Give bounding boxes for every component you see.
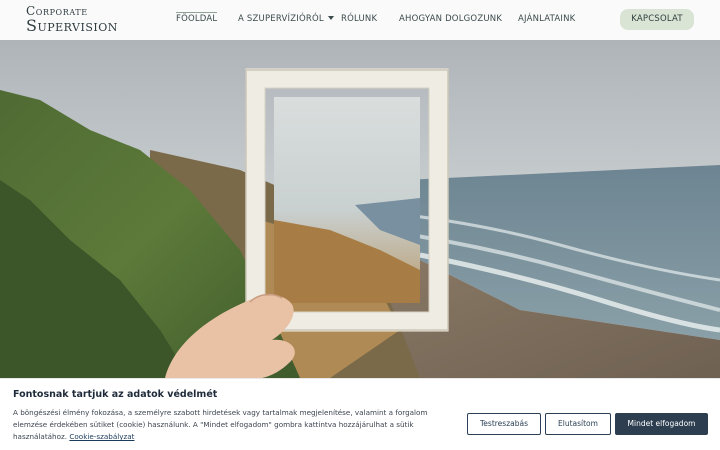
chevron-down-icon [327, 16, 334, 20]
contact-button[interactable]: KAPCSOLAT [620, 9, 694, 30]
hero-image [0, 40, 720, 378]
nav-item-about-supervision[interactable]: A SZUPERVÍZIÓRÓL [238, 14, 334, 24]
nav-item-offers[interactable]: AJÁNLATAINK [518, 14, 575, 24]
cookie-banner: Fontosnak tartjuk az adatok védelmét A b… [0, 378, 720, 450]
nav-item-label: A SZUPERVÍZIÓRÓL [238, 14, 324, 24]
hero-photo-illustration [0, 40, 720, 378]
cookie-description: A böngészési élmény fokozása, a személyr… [13, 407, 463, 443]
accept-all-button[interactable]: Mindet elfogadom [615, 413, 708, 435]
logo-line-2: Supervision [26, 16, 118, 35]
cookie-title: Fontosnak tartjuk az adatok védelmét [13, 389, 218, 400]
reject-button[interactable]: Elutasítom [545, 413, 611, 435]
logo[interactable]: Corporate Supervision [26, 5, 118, 34]
customize-button[interactable]: Testreszabás [467, 413, 541, 435]
nav-item-about-us[interactable]: RÓLUNK [341, 14, 377, 24]
nav-item-how-we-work[interactable]: AHOGYAN DOLGOZUNK [399, 14, 502, 24]
site-header: Corporate Supervision FŐOLDAL A SZUPERVÍ… [0, 0, 720, 40]
cookie-policy-link[interactable]: Cookie-szabályzat [69, 432, 134, 441]
nav-item-home[interactable]: FŐOLDAL [176, 12, 218, 24]
